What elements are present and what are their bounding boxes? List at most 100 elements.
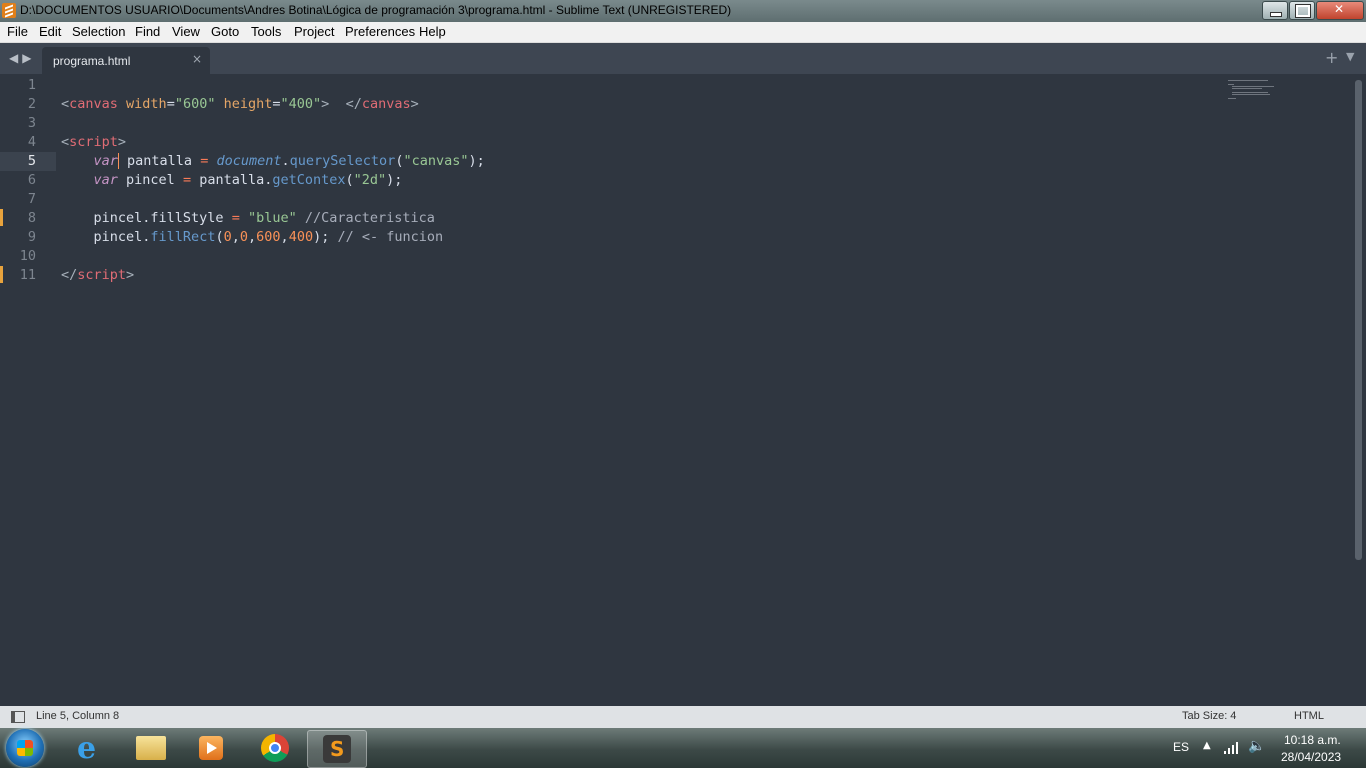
token: </ bbox=[61, 267, 78, 283]
token: canvas bbox=[69, 96, 118, 112]
menu-tools[interactable]: Tools bbox=[251, 24, 281, 39]
token: pantalla. bbox=[191, 172, 273, 188]
token: , bbox=[280, 229, 289, 245]
media-player-icon bbox=[199, 736, 223, 760]
token: pincel bbox=[117, 172, 183, 188]
line-number: 3 bbox=[27, 115, 36, 131]
token: "600" bbox=[174, 96, 216, 112]
volume-icon[interactable]: 🔈 bbox=[1248, 738, 1265, 754]
token: height bbox=[215, 96, 273, 112]
menu-selection[interactable]: Selection bbox=[72, 24, 125, 39]
new-tab-icon[interactable]: + bbox=[1325, 48, 1338, 67]
token: < bbox=[61, 96, 70, 112]
clock-time[interactable]: 10:18 a.m. bbox=[1284, 733, 1341, 747]
menu-file[interactable]: File bbox=[7, 24, 28, 39]
code-editor[interactable]: 1 2 3 4 5 6 7 8 9 10 11 <canvas width="6… bbox=[0, 74, 1366, 706]
taskbar-media-player[interactable] bbox=[182, 730, 240, 766]
language-indicator[interactable]: ES bbox=[1173, 740, 1189, 754]
token: 400 bbox=[288, 229, 314, 245]
line-number: 1 bbox=[27, 77, 36, 93]
menu-project[interactable]: Project bbox=[294, 24, 334, 39]
tab-list-dropdown-icon[interactable]: ▼ bbox=[1346, 50, 1354, 63]
maximize-button[interactable] bbox=[1289, 1, 1315, 20]
token: script bbox=[77, 267, 127, 283]
code-line-6: var pincel = pantalla.getContex("2d"); bbox=[61, 171, 403, 190]
minimap[interactable] bbox=[1226, 78, 1286, 104]
token: var bbox=[93, 153, 118, 169]
token: "blue" bbox=[247, 210, 297, 226]
vertical-scrollbar[interactable] bbox=[1355, 80, 1362, 560]
network-icon[interactable] bbox=[1224, 742, 1240, 754]
token: "canvas" bbox=[403, 153, 469, 169]
line-number: 7 bbox=[27, 191, 36, 207]
token: , bbox=[231, 229, 240, 245]
token: 600 bbox=[256, 229, 281, 245]
taskbar-internet-explorer[interactable]: e bbox=[61, 730, 119, 766]
menu-help[interactable]: Help bbox=[419, 24, 446, 39]
tab-close-icon[interactable]: × bbox=[192, 52, 202, 66]
taskbar: e ES ▲ 🔈 10:18 a.m. 28/04/2023 bbox=[0, 728, 1366, 768]
tab-size-selector[interactable]: Tab Size: 4 bbox=[1182, 710, 1236, 722]
token: document bbox=[216, 153, 282, 169]
menu-view[interactable]: View bbox=[172, 24, 200, 39]
menu-goto[interactable]: Goto bbox=[211, 24, 239, 39]
token: ( bbox=[345, 172, 354, 188]
status-bar: Line 5, Column 8 Tab Size: 4 HTML bbox=[0, 706, 1366, 728]
taskbar-file-explorer[interactable] bbox=[122, 730, 180, 766]
token: </ bbox=[329, 96, 362, 112]
token: canvas bbox=[361, 96, 411, 112]
token: // <- funcion bbox=[337, 229, 444, 245]
cursor-position: Line 5, Column 8 bbox=[36, 710, 120, 722]
token: > bbox=[126, 267, 135, 283]
token: > bbox=[410, 96, 419, 112]
internet-explorer-icon: e bbox=[77, 731, 97, 766]
menu-find[interactable]: Find bbox=[135, 24, 160, 39]
start-button[interactable] bbox=[6, 729, 44, 767]
token: ( bbox=[215, 229, 224, 245]
taskbar-sublime-text[interactable] bbox=[307, 730, 367, 768]
show-hidden-icons-icon[interactable]: ▲ bbox=[1203, 740, 1211, 751]
line-number: 8 bbox=[27, 210, 36, 226]
menu-edit[interactable]: Edit bbox=[39, 24, 61, 39]
token: "2d" bbox=[353, 172, 387, 188]
token: ); bbox=[468, 153, 485, 169]
token: > bbox=[117, 134, 127, 150]
title-bar: D:\DOCUMENTOS USUARIO\Documents\Andres B… bbox=[0, 0, 1366, 22]
sublime-text-icon bbox=[323, 735, 351, 763]
token: < bbox=[61, 134, 70, 150]
close-window-button[interactable] bbox=[1316, 1, 1364, 20]
token: script bbox=[69, 134, 118, 150]
code-line-8: pincel.fillStyle = "blue" //Caracteristi… bbox=[61, 209, 435, 228]
token: = bbox=[182, 172, 192, 188]
syntax-selector[interactable]: HTML bbox=[1294, 710, 1324, 722]
menu-preferences[interactable]: Preferences bbox=[345, 24, 415, 39]
token: pincel. bbox=[93, 229, 151, 245]
menu-bar: File Edit Selection Find View Goto Tools… bbox=[0, 22, 1366, 43]
line-number: 9 bbox=[27, 229, 36, 245]
line-number-current: 5 bbox=[27, 153, 36, 169]
tab-label: programa.html bbox=[53, 54, 131, 68]
token: pantalla bbox=[118, 153, 201, 169]
line-number: 2 bbox=[27, 96, 36, 112]
tab-programa-html[interactable]: programa.html × bbox=[42, 47, 210, 74]
token: var bbox=[93, 172, 118, 188]
panel-toggle-icon[interactable] bbox=[11, 711, 25, 723]
token: 0 bbox=[239, 229, 249, 245]
code-line-2: <canvas width="600" height="400"> </canv… bbox=[61, 95, 419, 114]
clock-date[interactable]: 28/04/2023 bbox=[1281, 750, 1341, 764]
window-title: D:\DOCUMENTOS USUARIO\Documents\Andres B… bbox=[20, 3, 732, 17]
token: width bbox=[117, 96, 167, 112]
token: "400" bbox=[280, 96, 322, 112]
minimize-button[interactable] bbox=[1262, 1, 1288, 20]
token: = bbox=[272, 96, 281, 112]
code-line-9: pincel.fillRect(0,0,600,400); // <- func… bbox=[61, 228, 444, 247]
token: ); bbox=[386, 172, 403, 188]
tab-nav-arrows-icon[interactable]: ◀▶ bbox=[9, 51, 35, 65]
windows-logo-icon bbox=[17, 740, 33, 756]
token: getContex bbox=[272, 172, 346, 188]
tab-bar: ◀▶ programa.html × + ▼ bbox=[0, 43, 1366, 74]
taskbar-chrome[interactable] bbox=[246, 730, 304, 766]
line-number: 6 bbox=[27, 172, 36, 188]
